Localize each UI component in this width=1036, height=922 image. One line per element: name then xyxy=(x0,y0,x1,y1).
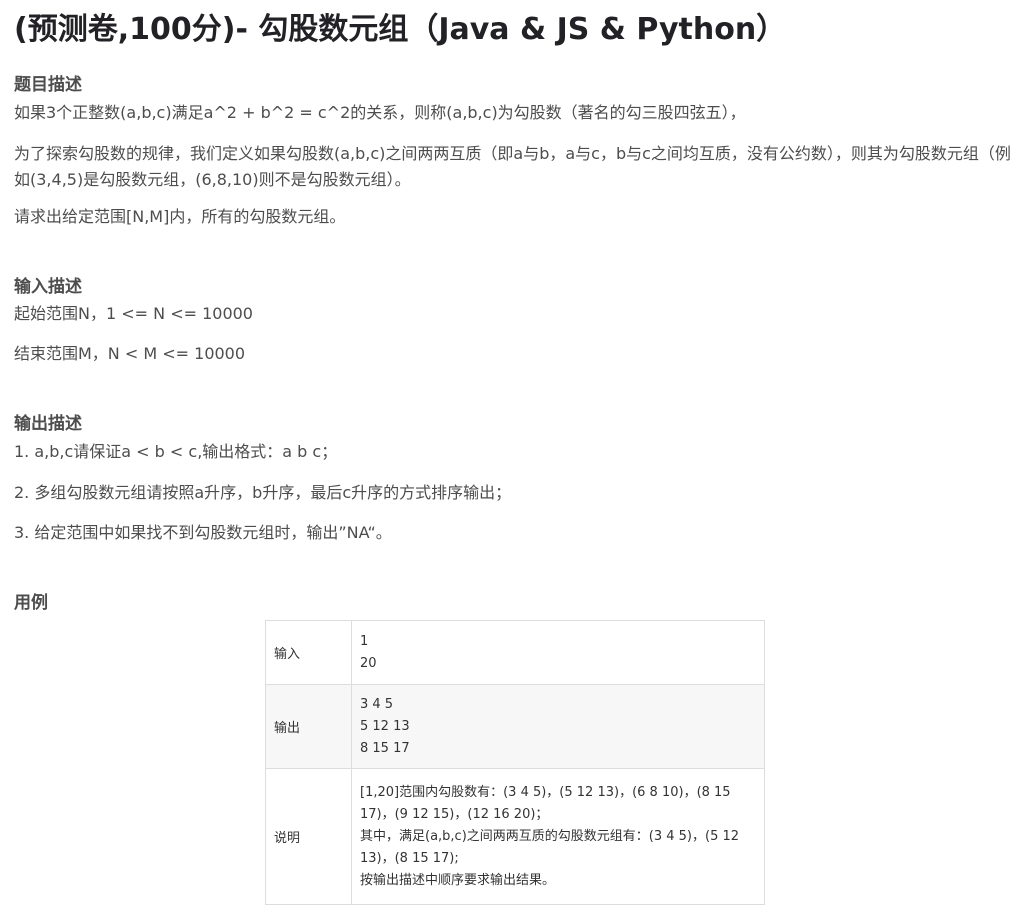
table-cell-value: [1,20]范围内勾股数有：(3 4 5)，(5 12 13)，(6 8 10)… xyxy=(351,768,765,905)
cell-line: 其中，满足(a,b,c)之间两两互质的勾股数元组有：(3 4 5)，(5 12 xyxy=(360,828,740,844)
table-cell-value: 1 20 xyxy=(351,620,765,685)
cell-line: 3 4 5 xyxy=(360,696,394,712)
input-paragraph: 结束范围M，N < M <= 10000 xyxy=(14,344,246,363)
section-heading-example: 用例 xyxy=(14,593,48,613)
table-cell-label: 说明 xyxy=(265,768,352,905)
section-heading-output: 输出描述 xyxy=(14,414,82,434)
description-paragraph: 请求出给定范围[N,M]内，所有的勾股数元组。 xyxy=(14,207,346,226)
section-heading-description: 题目描述 xyxy=(14,75,82,95)
table-cell-label: 输入 xyxy=(265,620,352,685)
cell-line: 8 15 17 xyxy=(360,740,410,756)
table-row: 输入 1 20 xyxy=(265,620,765,685)
cell-line: 5 12 13 xyxy=(360,718,410,734)
table-cell-label: 输出 xyxy=(265,684,352,769)
table-row: 输出 3 4 5 5 12 13 8 15 17 xyxy=(265,684,765,769)
page-title: (预测卷,100分)- 勾股数元组（Java & JS & Python） xyxy=(14,12,787,47)
cell-line: 20 xyxy=(360,655,377,671)
description-paragraph: 为了探索勾股数的规律，我们定义如果勾股数(a,b,c)之间两两互质（即a与b，a… xyxy=(14,144,1011,189)
cell-line: [1,20]范围内勾股数有：(3 4 5)，(5 12 13)，(6 8 10)… xyxy=(360,784,731,800)
cell-line: 13)，(8 15 17); xyxy=(360,850,459,866)
output-paragraph: 2. 多组勾股数元组请按照a升序，b升序，最后c升序的方式排序输出； xyxy=(14,483,512,502)
description-paragraph: 如果3个正整数(a,b,c)满足a^2 + b^2 = c^2的关系，则称(a,… xyxy=(14,103,746,122)
table-row: 说明 [1,20]范围内勾股数有：(3 4 5)，(5 12 13)，(6 8 … xyxy=(265,768,765,905)
table-cell-value: 3 4 5 5 12 13 8 15 17 xyxy=(351,684,765,769)
output-paragraph: 3. 给定范围中如果找不到勾股数元组时，输出”NA“。 xyxy=(14,523,392,542)
cell-line: 1 xyxy=(360,633,369,649)
example-table: 输入 1 20 输出 3 4 5 5 12 13 8 15 17 说明 [1,2… xyxy=(265,620,765,905)
input-paragraph: 起始范围N，1 <= N <= 10000 xyxy=(14,304,253,323)
cell-line: 按输出描述中顺序要求输出结果。 xyxy=(360,872,556,888)
section-heading-input: 输入描述 xyxy=(14,277,82,297)
output-paragraph: 1. a,b,c请保证a < b < c,输出格式：a b c； xyxy=(14,442,338,461)
cell-line: 17)，(9 12 15)，(12 16 20)； xyxy=(360,806,549,822)
